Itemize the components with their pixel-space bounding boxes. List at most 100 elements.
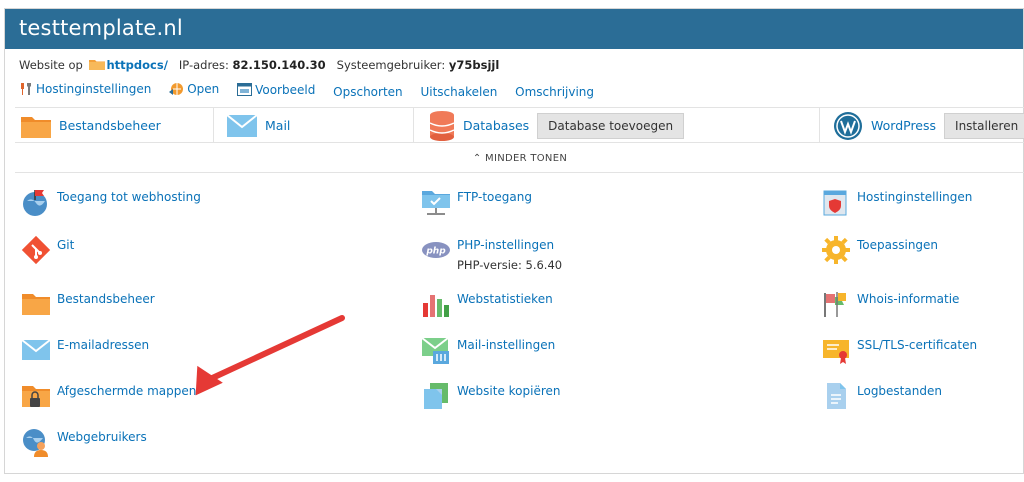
httpdocs-link[interactable]: httpdocs/ [107, 58, 168, 72]
item-ssl-certificates[interactable]: SSL/TLS-certificaten [821, 335, 977, 365]
item-log-files[interactable]: Logbestanden [821, 381, 942, 411]
item-protected-folders-label: Afgeschermde mappen [57, 384, 197, 398]
item-log-files-label: Logbestanden [857, 384, 942, 398]
action-bar: Hostinginstellingen Open Voorbeeld Opsch… [19, 82, 608, 99]
quick-tiles: Bestandsbeheer Mail Databases Database t… [15, 107, 1024, 143]
disable-label: Uitschakelen [420, 85, 498, 99]
preview-link[interactable]: Voorbeeld [237, 83, 315, 97]
item-ftp-access[interactable]: FTP-toegang [421, 187, 532, 217]
item-php-settings[interactable]: php PHP-instellingen PHP-versie: 5.6.40 [421, 235, 562, 273]
item-ssl-certificates-label: SSL/TLS-certificaten [857, 338, 978, 352]
description-label: Omschrijving [515, 85, 595, 99]
tile-divider [213, 108, 214, 143]
item-whois[interactable]: Whois-informatie [821, 289, 959, 319]
svg-text:php: php [425, 247, 446, 257]
item-hosting-settings-label: Hostinginstellingen [857, 190, 973, 204]
ftp-folder-icon [422, 191, 450, 215]
item-applications[interactable]: Toepassingen [821, 235, 938, 265]
item-web-users[interactable]: Webgebruikers [21, 427, 147, 457]
item-php-settings-text: PHP-instellingen PHP-versie: 5.6.40 [457, 235, 562, 273]
item-web-users-label: Webgebruikers [57, 430, 147, 444]
show-less-label: MINDER TONEN [485, 153, 568, 164]
page-title-text: testtemplate.nl [19, 16, 183, 40]
chevron-up-icon: ⌃ [472, 153, 482, 164]
flags-icon [824, 292, 846, 317]
ip-label: IP-adres: [178, 58, 229, 72]
folder-icon [21, 116, 51, 138]
mail-icon [21, 339, 51, 360]
site-panel: testtemplate.nl Website op httpdocs/ IP-… [4, 8, 1024, 474]
hosting-settings-icon [823, 190, 847, 216]
globe-flag-icon [23, 190, 47, 216]
log-file-icon [827, 383, 846, 409]
item-hosting-settings[interactable]: Hostinginstellingen [821, 187, 972, 217]
annotation-arrow-icon [195, 315, 345, 396]
item-copy-website[interactable]: Website kopiëren [421, 381, 561, 411]
mail-icon [227, 114, 257, 137]
suspend-link[interactable]: Opschorten [333, 85, 403, 99]
item-webhosting-access[interactable]: Toegang tot webhosting [21, 187, 201, 217]
tile-file-manager-label: Bestandsbeheer [59, 118, 161, 133]
locked-folder-icon [22, 386, 50, 407]
site-info: Website op httpdocs/ IP-adres: 82.150.14… [19, 58, 499, 72]
item-copy-website-label: Website kopiëren [457, 384, 561, 398]
sysuser-value: y75bsjjl [448, 58, 500, 72]
open-link[interactable]: Open [169, 82, 219, 96]
disable-link[interactable]: Uitschakelen [420, 85, 497, 99]
globe-user-icon [23, 429, 48, 457]
page-title: testtemplate.nl [5, 9, 1023, 49]
add-database-button[interactable]: Database toevoegen [537, 112, 685, 139]
website-prefix: Website op [19, 58, 83, 72]
item-git-label: Git [57, 238, 75, 252]
install-button[interactable]: Installeren [944, 112, 1024, 139]
item-web-statistics-label: Webstatistieken [457, 292, 553, 306]
copy-icon [424, 383, 448, 409]
item-whois-label: Whois-informatie [857, 292, 960, 306]
preview-icon [237, 83, 253, 96]
tile-mail[interactable]: Mail [221, 108, 290, 143]
open-label: Open [187, 82, 220, 96]
suspend-label: Opschorten [333, 85, 403, 99]
item-email-addresses[interactable]: E-mailadressen [21, 335, 149, 365]
tools-icon [21, 83, 31, 95]
tile-databases[interactable]: Databases Database toevoegen [423, 108, 685, 143]
item-web-statistics[interactable]: Webstatistieken [421, 289, 553, 319]
show-less-toggle[interactable]: ⌃ MINDER TONEN [15, 153, 1024, 173]
item-ftp-access-label: FTP-toegang [457, 190, 532, 204]
item-mail-settings-label: Mail-instellingen [457, 338, 556, 352]
item-php-settings-label: PHP-instellingen [457, 238, 555, 252]
tile-divider [413, 108, 414, 143]
item-applications-label: Toepassingen [857, 238, 939, 252]
database-icon [429, 110, 455, 141]
folder-icon [22, 294, 50, 315]
description-link[interactable]: Omschrijving [515, 85, 594, 99]
gear-icon [822, 236, 850, 264]
tile-mail-label: Mail [265, 118, 291, 133]
certificate-icon [823, 340, 849, 364]
folder-icon [88, 60, 105, 70]
item-file-manager[interactable]: Bestandsbeheer [21, 289, 155, 319]
item-protected-folders[interactable]: Afgeschermde mappen [21, 381, 196, 411]
php-icon: php [422, 242, 450, 258]
bar-chart-icon [423, 295, 449, 317]
item-email-addresses-label: E-mailadressen [57, 338, 150, 352]
sysuser-label: Systeemgebruiker: [336, 58, 446, 72]
item-webhosting-access-label: Toegang tot webhosting [57, 190, 201, 204]
globe-open-icon [169, 83, 184, 95]
tile-wordpress-label: WordPress [871, 118, 937, 133]
mail-settings-icon [421, 337, 449, 364]
wordpress-icon [834, 111, 862, 140]
item-git[interactable]: Git [21, 235, 74, 265]
preview-label: Voorbeeld [255, 82, 316, 97]
git-icon [21, 235, 51, 265]
tile-wordpress[interactable]: WordPress Installeren [827, 108, 1024, 143]
tile-file-manager[interactable]: Bestandsbeheer [15, 108, 161, 143]
ip-value: 82.150.140.30 [232, 58, 326, 72]
hosting-settings-link[interactable]: Hostinginstellingen [19, 82, 151, 96]
hosting-settings-label: Hostinginstellingen [36, 82, 152, 96]
item-file-manager-label: Bestandsbeheer [57, 292, 155, 306]
tile-divider [819, 108, 820, 143]
item-mail-settings[interactable]: Mail-instellingen [421, 335, 555, 365]
php-version: PHP-versie: 5.6.40 [457, 258, 563, 272]
tile-databases-label: Databases [463, 118, 530, 133]
